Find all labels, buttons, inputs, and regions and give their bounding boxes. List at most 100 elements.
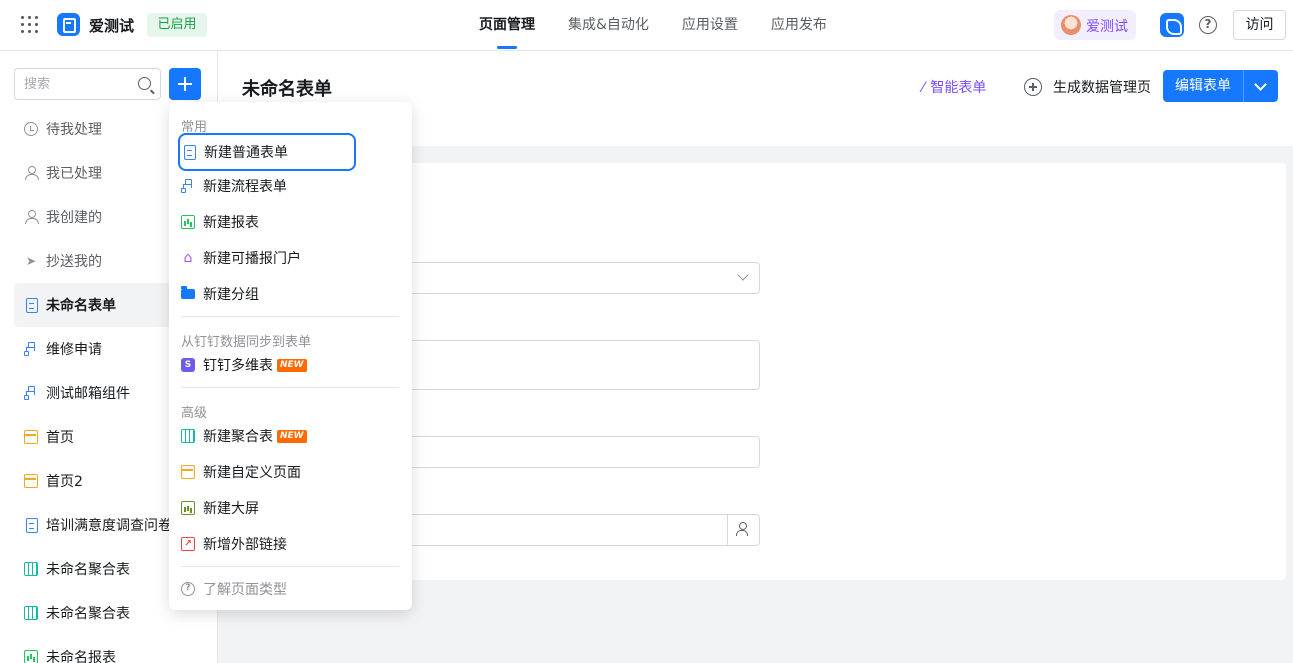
menu-item-new-portal[interactable]: ⌂ 新建可播报门户 [181,243,401,273]
new-page-menu: 常用 新建普通表单 新建流程表单 新建报表 ⌂ 新建可播报门户 新建分组 从钉钉… [169,102,412,610]
flow-icon [24,342,38,356]
tab-page-management[interactable]: 页面管理 [479,0,535,51]
clock-icon [24,122,38,136]
home-icon: ⌂ [183,250,193,266]
sidebar-item-label: 未命名聚合表 [46,606,130,622]
plus-circle-icon [1024,78,1042,96]
search-icon[interactable] [138,77,151,90]
textarea-field[interactable] [394,340,760,390]
search-input[interactable] [15,69,125,99]
menu-divider [181,566,399,567]
edit-form-split-button: 编辑表单 [1163,70,1278,102]
menu-item-label: 新增外部链接 [203,537,287,553]
menu-item-new-custom-page[interactable]: 新建自定义页面 [181,457,401,487]
custom-page-icon [24,474,38,488]
menu-item-label: 了解页面类型 [203,582,287,598]
form-icon [182,145,196,160]
folder-icon [181,286,195,299]
page-title: 未命名表单 [242,79,332,100]
sidebar-item-label: 维修申请 [46,342,102,358]
menu-item-new-big-screen[interactable]: 新建大屏 [181,493,401,523]
menu-item-label: 新建聚合表 [203,429,273,445]
top-navigation: 页面管理 集成&自动化 应用设置 应用发布 [479,0,827,51]
app-logo-icon [57,13,80,36]
report-icon [24,650,38,663]
generate-data-page-button[interactable]: 生成数据管理页 [1024,77,1151,97]
sidebar-item-label: 未命名表单 [46,298,116,314]
form-icon [24,298,38,313]
form-icon [24,518,38,533]
menu-item-new-aggregate[interactable]: 新建聚合表 NEW [181,421,401,451]
dingtalk-icon[interactable] [1160,13,1184,37]
user-icon [24,210,39,224]
generate-data-page-label: 生成数据管理页 [1053,80,1151,96]
menu-item-new-external-link[interactable]: ↗ 新增外部链接 [181,529,401,559]
menu-item-new-form[interactable]: 新建普通表单 [178,133,356,171]
search-box [14,68,161,100]
menu-item-new-report[interactable]: 新建报表 [181,207,401,237]
aggregate-table-icon [181,429,195,443]
sidebar-item-label: 我已处理 [46,166,102,182]
sidebar-item-label: 未命名报表 [46,650,116,663]
flow-icon [181,179,195,193]
add-page-button[interactable] [169,68,201,100]
tab-app-publish[interactable]: 应用发布 [771,0,827,51]
flow-icon [24,386,38,400]
big-screen-icon [181,501,195,515]
chevron-down-icon[interactable] [1244,70,1278,102]
sidebar-item-label: 待我处理 [46,122,102,138]
menu-item-new-flow[interactable]: 新建流程表单 [181,171,401,201]
app-name: 爱测试 [89,17,135,35]
member-picker-button[interactable] [727,515,759,545]
sidebar-item-label: 首页 [46,430,74,446]
aggregate-table-icon [24,562,38,576]
menu-group-advanced: 高级 [181,406,208,421]
report-icon [181,215,195,229]
menu-item-label: 新建流程表单 [203,179,287,195]
add-member-icon [736,522,750,536]
sidebar-item-label: 未命名聚合表 [46,562,130,578]
user-chip[interactable]: 爱测试 [1054,10,1136,40]
menu-item-label: 钉钉多维表 [203,358,273,374]
edit-form-button[interactable]: 编辑表单 [1163,70,1244,102]
aggregate-table-icon [24,606,38,620]
dingtalk-table-icon: S [181,358,195,372]
menu-item-new-group[interactable]: 新建分组 [181,279,401,309]
magic-wand-icon: ⁄ [922,80,925,96]
menu-item-label: 新建报表 [203,215,259,231]
menu-item-label: 新建大屏 [203,501,259,517]
help-icon: ? [181,582,195,596]
sidebar-item-label: 测试邮箱组件 [46,386,130,402]
select-field[interactable] [394,262,760,294]
apps-grid-icon[interactable] [21,16,38,33]
menu-item-dingtalk-multi-table[interactable]: S 钉钉多维表 NEW [181,350,401,380]
sidebar-item-label: 培训满意度调查问卷 [46,518,172,534]
send-icon: ➤ [25,254,37,268]
help-icon[interactable]: ? [1199,16,1217,34]
user-check-icon [24,166,39,180]
menu-item-label: 新建分组 [203,287,259,303]
avatar [1061,15,1081,35]
new-badge: NEW [277,358,307,372]
text-field[interactable] [394,436,760,468]
tab-integration-automation[interactable]: 集成&自动化 [568,0,649,51]
menu-divider [181,316,399,317]
status-badge: 已启用 [147,13,207,37]
smart-form-button[interactable]: ⁄ 智能表单 [922,77,986,97]
menu-item-label: 新建可播报门户 [203,251,301,267]
external-link-icon: ↗ [181,537,195,551]
tab-app-settings[interactable]: 应用设置 [682,0,738,51]
sidebar-item-label: 抄送我的 [46,254,102,270]
sidebar-item-report[interactable]: 未命名报表 [14,635,218,663]
user-name: 爱测试 [1086,19,1128,35]
new-badge: NEW [277,429,307,443]
menu-item-learn-page-types[interactable]: ? 了解页面类型 [181,574,401,604]
custom-page-icon [24,430,38,444]
sidebar-item-label: 我创建的 [46,210,102,226]
menu-group-sync: 从钉钉数据同步到表单 [181,335,312,350]
smart-form-label: 智能表单 [930,80,987,96]
visit-button[interactable]: 访问 [1233,10,1286,40]
top-bar: 爱测试 已启用 页面管理 集成&自动化 应用设置 应用发布 爱测试 ? 访问 [0,0,1293,51]
menu-divider [181,387,399,388]
member-field[interactable] [394,514,760,546]
